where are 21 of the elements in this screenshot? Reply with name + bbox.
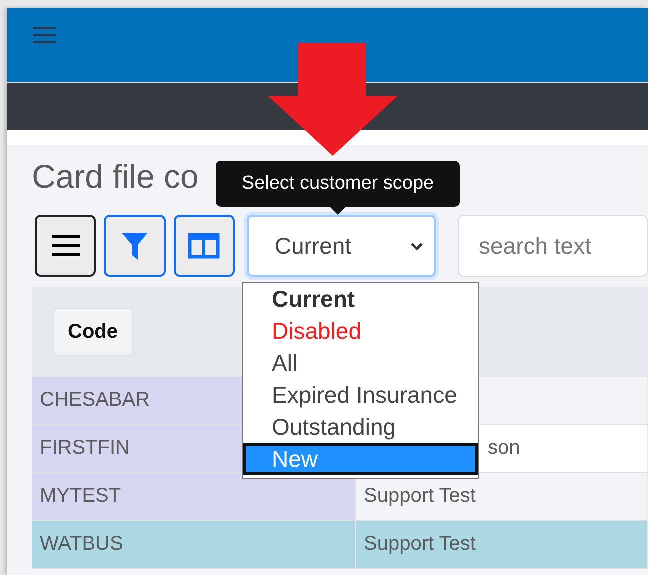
filter-icon <box>120 231 149 261</box>
table-cell: WATBUS <box>32 521 356 569</box>
table-cell: MYTEST <box>32 473 356 521</box>
menu-icon[interactable] <box>33 27 56 44</box>
columns-button[interactable] <box>174 215 235 277</box>
columns-icon <box>188 233 220 259</box>
tooltip-pointer-icon <box>330 207 346 215</box>
page-title: Card file co <box>32 157 199 197</box>
dropdown-option[interactable]: Disabled <box>243 315 478 347</box>
search-field[interactable]: search text <box>458 215 648 277</box>
menu-button[interactable] <box>35 215 96 277</box>
dropdown-option[interactable]: Current <box>243 283 478 315</box>
filter-button[interactable] <box>104 215 166 277</box>
table-cell: Support Test <box>356 473 648 521</box>
tooltip: Select customer scope <box>216 161 460 207</box>
column-sort-button[interactable]: Code <box>53 308 133 356</box>
table-cell: Support Test <box>356 521 648 569</box>
dropdown-option[interactable]: All <box>243 347 478 379</box>
menu-icon <box>52 234 80 258</box>
chevron-down-icon <box>410 242 424 250</box>
scope-select[interactable]: Current <box>246 215 436 277</box>
